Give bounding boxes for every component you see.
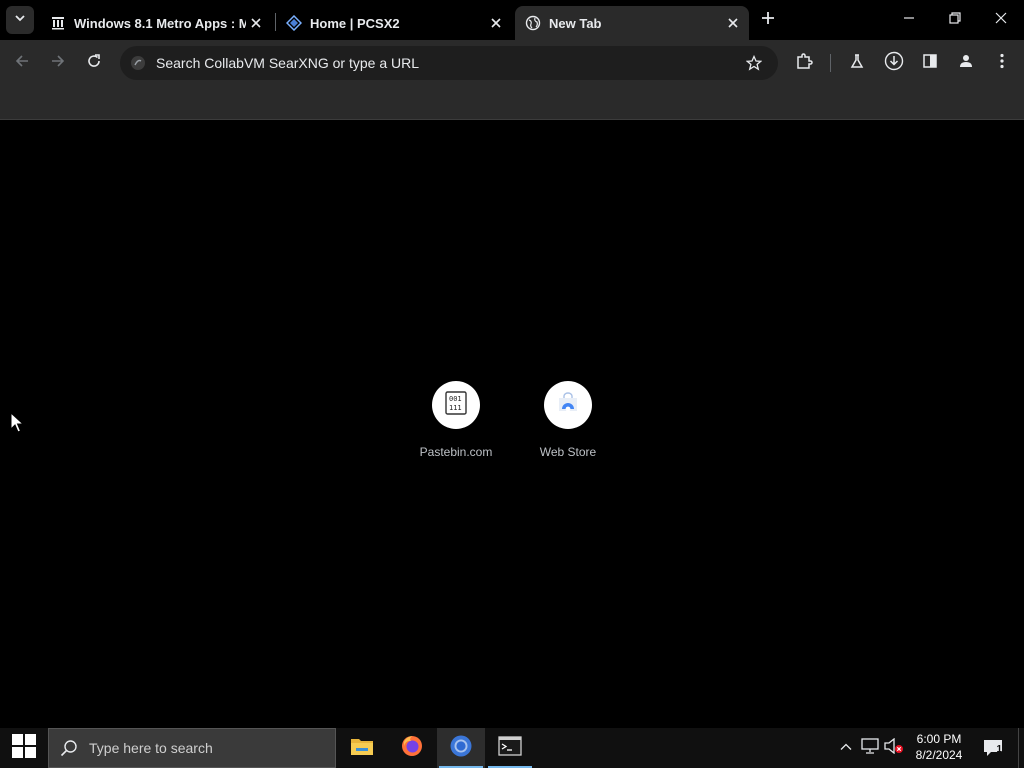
toolbar-divider [830,54,831,72]
side-panel-icon [922,53,938,74]
extensions-button[interactable] [790,49,818,77]
network-icon [861,737,879,759]
close-icon[interactable] [486,13,506,33]
forward-button[interactable] [44,49,72,77]
restore-icon [949,11,961,29]
labs-icon [849,53,865,74]
notification-count: 1 [996,744,1002,755]
profile-button[interactable] [952,49,980,77]
extensions-icon [795,52,813,75]
shortcut-label: Pastebin.com [419,445,493,459]
svg-text:001: 001 [449,395,462,403]
close-icon[interactable] [246,13,266,33]
bookmarks-bar [0,86,1024,120]
network-status[interactable] [860,737,880,759]
profile-icon [958,53,974,74]
firefox-icon [400,734,424,763]
taskbar-search-box[interactable] [48,728,336,768]
mouse-cursor-icon [10,411,25,439]
shortcut-tile[interactable]: 001 111 [432,381,480,429]
side-panel-button[interactable] [916,49,944,77]
taskbar-app-firefox[interactable] [388,728,436,768]
tab-title: New Tab [549,15,602,31]
search-engine-icon [130,55,146,71]
tray-overflow-button[interactable] [836,738,856,758]
reload-button[interactable] [80,49,108,77]
omnibox[interactable] [120,46,778,80]
new-tab-page: 001 111 Pastebin.com Web Store [0,121,1024,728]
file-explorer-icon [350,736,374,761]
close-window-button[interactable] [978,0,1024,40]
clock-date: 8/2/2024 [915,748,963,762]
menu-icon [1000,53,1004,74]
volume-muted-icon [884,737,904,759]
download-icon [884,51,904,76]
tab-title: Windows 8.1 Metro Apps : Mic [74,15,246,31]
show-desktop-button[interactable] [1018,728,1024,768]
notification-icon: 1 [983,739,1003,757]
back-button[interactable] [8,49,36,77]
new-tab-button[interactable] [756,8,780,32]
shortcut-web-store[interactable]: Web Store [512,381,624,471]
chevron-up-icon [840,739,852,757]
web-store-icon [556,391,580,420]
minimize-icon [903,11,915,29]
tab-home-pcsx2[interactable]: Home | PCSX2 [276,6,512,40]
chevron-down-icon [14,11,26,29]
pcsx2-icon [286,15,302,31]
tab-new-tab[interactable]: New Tab [515,6,749,40]
screen: Windows 8.1 Metro Apps : Mic Home | PCSX… [0,0,1024,768]
shortcut-label: Web Store [539,445,597,459]
browser-toolbar [0,40,1024,86]
tab-strip: Windows 8.1 Metro Apps : Mic Home | PCSX… [0,0,1024,40]
star-icon[interactable] [740,49,768,77]
tab-title: Home | PCSX2 [310,15,400,31]
archive-icon [50,15,66,31]
download-button[interactable] [880,49,908,77]
back-icon [14,53,30,74]
start-button[interactable] [0,728,48,768]
system-clock[interactable]: 6:00 PM 8/2/2024 [906,731,972,765]
tab-windows-metro-apps[interactable]: Windows 8.1 Metro Apps : Mic [40,6,272,40]
shortcut-pastebin[interactable]: 001 111 Pastebin.com [400,381,512,471]
taskbar-app-terminal[interactable] [486,728,534,768]
menu-button[interactable] [988,49,1016,77]
windows-logo-icon [11,733,37,764]
close-icon[interactable] [723,13,743,33]
reload-icon [86,53,102,74]
pastebin-icon: 001 111 [443,390,469,421]
svg-text:111: 111 [449,404,462,412]
shortcut-tile[interactable] [544,381,592,429]
chrome-icon [449,734,473,763]
forward-icon [50,53,66,74]
taskbar-search-input[interactable] [89,740,335,756]
taskbar: 6:00 PM 8/2/2024 1 [0,728,1024,768]
action-center-button[interactable]: 1 [978,728,1008,768]
minimize-button[interactable] [886,0,932,40]
volume-status[interactable] [884,737,904,759]
tab-search-button[interactable] [6,6,34,34]
clock-time: 6:00 PM [916,732,962,746]
taskbar-app-file-explorer[interactable] [338,728,386,768]
close-icon [995,11,1007,29]
omnibox-input[interactable] [156,55,740,71]
taskbar-app-chrome[interactable] [437,728,485,768]
globe-icon [525,15,541,31]
labs-button[interactable] [843,49,871,77]
plus-icon [761,11,775,30]
restore-button[interactable] [932,0,978,40]
terminal-icon [498,735,522,761]
search-icon [59,738,79,758]
